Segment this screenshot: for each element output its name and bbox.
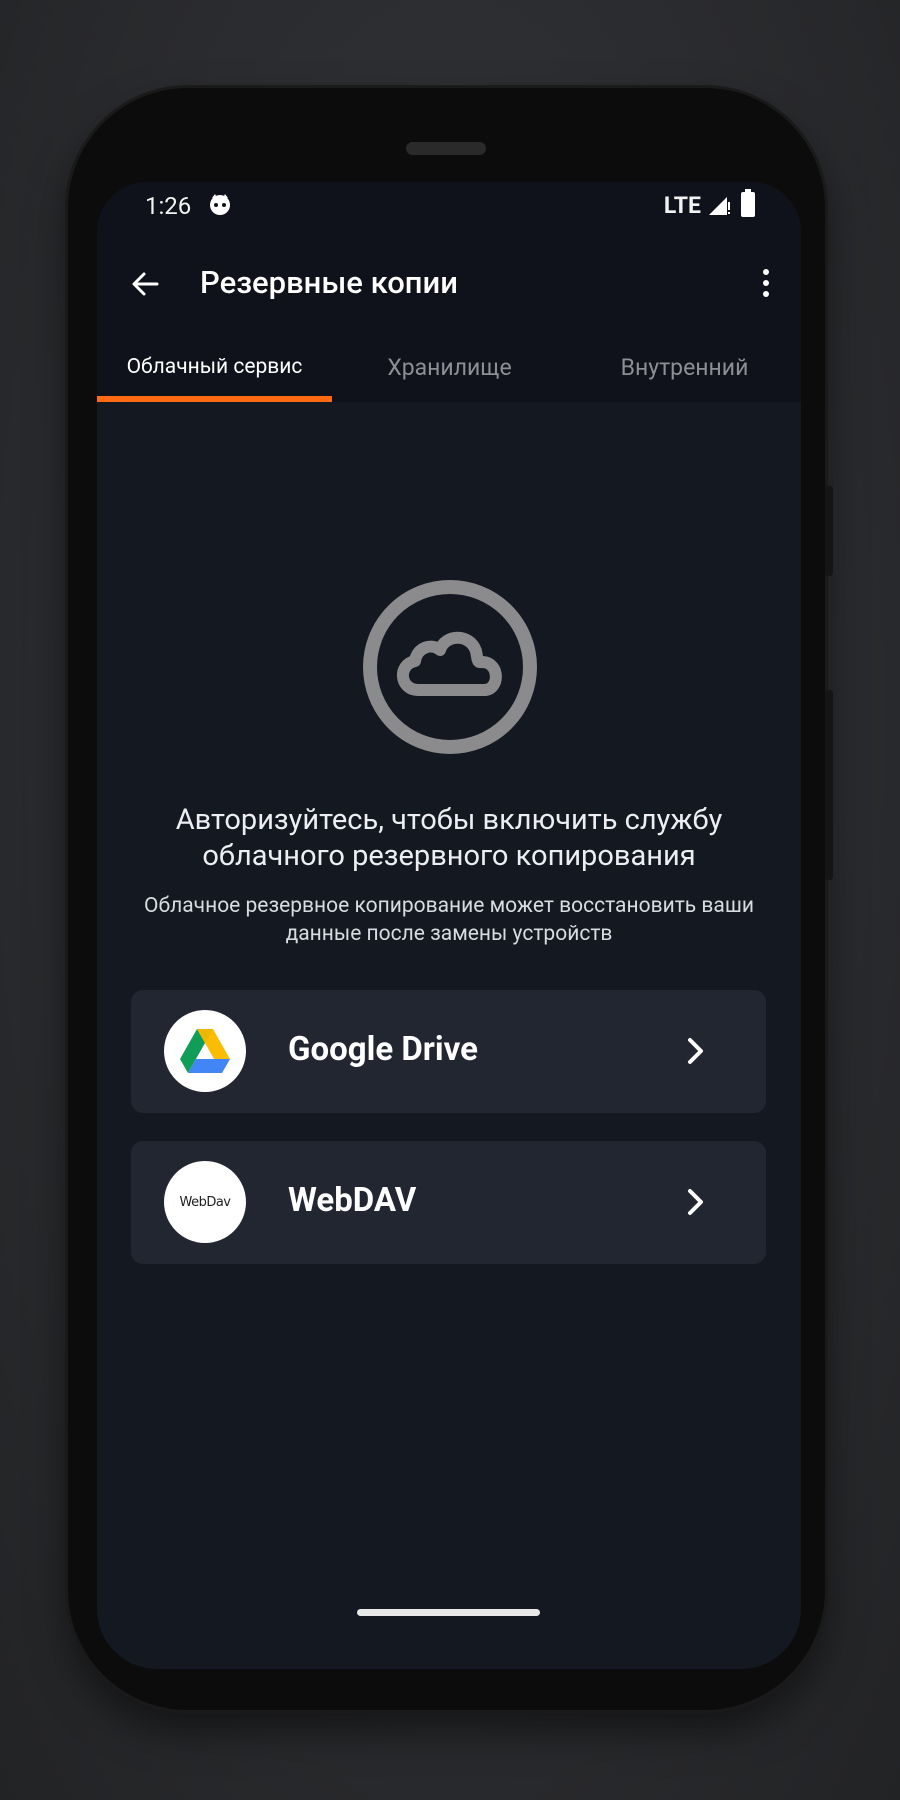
cloud-backup-headline: Авторизуйтесь, чтобы включить службу обл… <box>175 803 723 873</box>
google-drive-icon <box>180 1029 230 1073</box>
phone-side-button <box>825 486 833 576</box>
arrow-back-icon[interactable] <box>127 266 163 302</box>
phone-volume-button <box>825 690 833 880</box>
cat-icon <box>210 194 230 215</box>
app-bar: Резервные копии <box>97 242 801 332</box>
cloud-backup-description: Облачное резервное копирование может вос… <box>144 894 754 946</box>
google-drive-logo <box>164 1010 246 1092</box>
network-label: LTE <box>663 192 701 219</box>
tab-indicator <box>97 396 332 402</box>
service-label: WebDAV <box>288 1181 417 1220</box>
tab-storage[interactable]: Хранилище <box>332 332 567 402</box>
service-label: Google Drive <box>288 1030 478 1069</box>
page-title: Резервные копии <box>200 264 458 301</box>
status-time: 1:26 <box>145 192 192 220</box>
webdav-logo: WebDav <box>164 1161 246 1243</box>
status-bar: 1:26 LTE <box>97 182 801 242</box>
webdav-icon: WebDav <box>179 1194 231 1210</box>
signal-icon <box>709 197 730 215</box>
tab-bar: Облачный сервис Хранилище Внутренний <box>97 332 801 402</box>
screen: 1:26 LTE Резервные копии Облачный сервис… <box>97 182 801 1669</box>
webdav-button[interactable]: WebDav WebDAV <box>131 1141 766 1264</box>
tab-internal[interactable]: Внутренний <box>567 332 801 402</box>
tab-label: Облачный сервис <box>126 355 303 379</box>
google-drive-button[interactable]: Google Drive <box>131 990 766 1113</box>
tab-label: Внутренний <box>620 353 749 381</box>
tab-cloud-service[interactable]: Облачный сервис <box>97 332 332 402</box>
chevron-right-icon <box>688 1189 703 1215</box>
phone-speaker <box>406 142 486 155</box>
more-vert-icon[interactable] <box>761 266 771 302</box>
tab-label: Хранилище <box>387 353 512 381</box>
cloud-icon <box>363 580 537 754</box>
home-indicator[interactable] <box>357 1609 540 1616</box>
battery-icon <box>741 189 755 217</box>
chevron-right-icon <box>688 1038 703 1064</box>
